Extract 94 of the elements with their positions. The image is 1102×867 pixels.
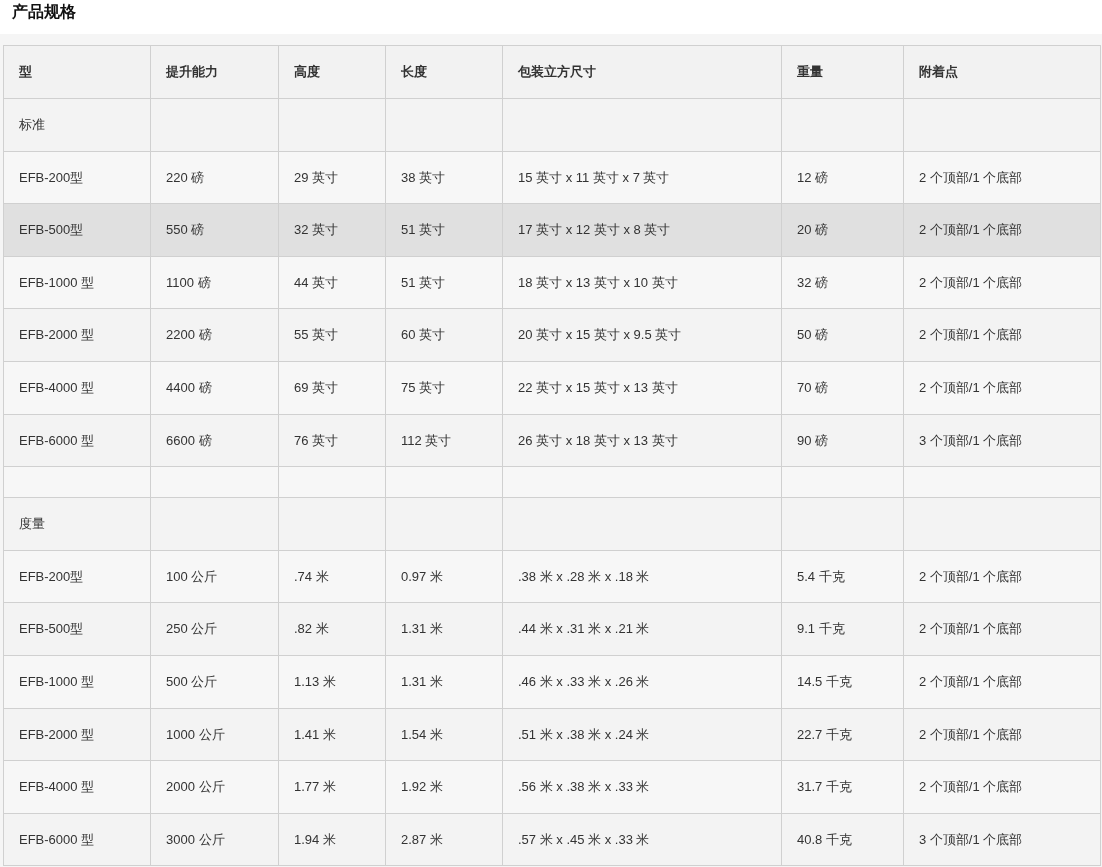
table-cell: 51 英寸	[385, 203, 503, 257]
table-cell: 2 个顶部/1 个底部	[903, 361, 1101, 415]
table-cell: 2 个顶部/1 个底部	[903, 655, 1101, 709]
table-cell: .46 米 x .33 米 x .26 米	[502, 655, 782, 709]
table-cell: EFB-4000 型	[3, 760, 151, 814]
table-cell: .56 米 x .38 米 x .33 米	[502, 760, 782, 814]
table-cell: 75 英寸	[385, 361, 503, 415]
table-cell: EFB-4000 型	[3, 361, 151, 415]
table-cell: 2 个顶部/1 个底部	[903, 151, 1101, 204]
table-cell: 1100 磅	[150, 256, 279, 309]
table-cell: 40.8 千克	[781, 813, 904, 866]
table-cell: 1.31 米	[385, 655, 503, 709]
table-cell: .57 米 x .45 米 x .33 米	[502, 813, 782, 866]
table-cell: 5.4 千克	[781, 550, 904, 603]
table-cell: 9.1 千克	[781, 602, 904, 656]
table-cell: 26 英寸 x 18 英寸 x 13 英寸	[502, 414, 782, 467]
table-cell: .38 米 x .28 米 x .18 米	[502, 550, 782, 603]
table-cell: 0.97 米	[385, 550, 503, 603]
column-header: 附着点	[903, 45, 1101, 99]
table-cell: 2000 公斤	[150, 760, 279, 814]
table-cell: 70 磅	[781, 361, 904, 415]
table-cell: 2200 磅	[150, 308, 279, 362]
table-cell: EFB-1000 型	[3, 655, 151, 709]
table-cell: 1.94 米	[278, 813, 386, 866]
table-cell: 112 英寸	[385, 414, 503, 467]
column-header: 包装立方尺寸	[502, 45, 782, 99]
table-cell: 250 公斤	[150, 602, 279, 656]
table-cell: 69 英寸	[278, 361, 386, 415]
table-cell: 1.13 米	[278, 655, 386, 709]
section-label: 度量	[3, 497, 151, 551]
table-cell: EFB-500型	[3, 602, 151, 656]
table-cell: 2 个顶部/1 个底部	[903, 760, 1101, 814]
table-cell: 12 磅	[781, 151, 904, 204]
table-cell: 1000 公斤	[150, 708, 279, 761]
table-cell: 90 磅	[781, 414, 904, 467]
section-label: 标准	[3, 98, 151, 152]
table-cell: 550 磅	[150, 203, 279, 257]
table-cell: 1.54 米	[385, 708, 503, 761]
table-cell: 22.7 千克	[781, 708, 904, 761]
table-cell: 15 英寸 x 11 英寸 x 7 英寸	[502, 151, 782, 204]
column-header: 重量	[781, 45, 904, 99]
column-header: 长度	[385, 45, 503, 99]
table-cell: EFB-500型	[3, 203, 151, 257]
table-cell: 22 英寸 x 15 英寸 x 13 英寸	[502, 361, 782, 415]
table-cell: 55 英寸	[278, 308, 386, 362]
column-header: 型	[3, 45, 151, 99]
table-cell: 1.92 米	[385, 760, 503, 814]
table-cell: 20 磅	[781, 203, 904, 257]
table-cell: .51 米 x .38 米 x .24 米	[502, 708, 782, 761]
table-cell: EFB-200型	[3, 151, 151, 204]
page-title: 产品规格	[11, 2, 77, 22]
table-cell: 2 个顶部/1 个底部	[903, 708, 1101, 761]
table-cell: 50 磅	[781, 308, 904, 362]
table-cell: 18 英寸 x 13 英寸 x 10 英寸	[502, 256, 782, 309]
table-cell: 220 磅	[150, 151, 279, 204]
table-cell: EFB-2000 型	[3, 708, 151, 761]
table-cell: EFB-200型	[3, 550, 151, 603]
table-cell: 17 英寸 x 12 英寸 x 8 英寸	[502, 203, 782, 257]
table-cell: 2 个顶部/1 个底部	[903, 203, 1101, 257]
table-cell: 3 个顶部/1 个底部	[903, 414, 1101, 467]
table-cell: 1.41 米	[278, 708, 386, 761]
table-cell: 29 英寸	[278, 151, 386, 204]
table-cell: EFB-6000 型	[3, 414, 151, 467]
table-cell: 20 英寸 x 15 英寸 x 9.5 英寸	[502, 308, 782, 362]
table-cell: 2 个顶部/1 个底部	[903, 550, 1101, 603]
table-cell: 32 磅	[781, 256, 904, 309]
table-cell: 4400 磅	[150, 361, 279, 415]
table-cell: 60 英寸	[385, 308, 503, 362]
table-cell: 76 英寸	[278, 414, 386, 467]
table-cell: EFB-6000 型	[3, 813, 151, 866]
table-cell: 2 个顶部/1 个底部	[903, 256, 1101, 309]
table-cell: 51 英寸	[385, 256, 503, 309]
table-cell: 2.87 米	[385, 813, 503, 866]
table-cell: EFB-1000 型	[3, 256, 151, 309]
table-cell: 6600 磅	[150, 414, 279, 467]
table-cell: .44 米 x .31 米 x .21 米	[502, 602, 782, 656]
table-cell: 100 公斤	[150, 550, 279, 603]
table-cell: 1.31 米	[385, 602, 503, 656]
table-cell: 3000 公斤	[150, 813, 279, 866]
column-header: 高度	[278, 45, 386, 99]
table-cell: .74 米	[278, 550, 386, 603]
table-cell: 38 英寸	[385, 151, 503, 204]
table-cell: 44 英寸	[278, 256, 386, 309]
table-cell: 1.77 米	[278, 760, 386, 814]
table-cell: 31.7 千克	[781, 760, 904, 814]
table-cell: .82 米	[278, 602, 386, 656]
table-cell: 32 英寸	[278, 203, 386, 257]
table-cell: 3 个顶部/1 个底部	[903, 813, 1101, 866]
column-header: 提升能力	[150, 45, 279, 99]
table-cell: 2 个顶部/1 个底部	[903, 308, 1101, 362]
table-cell: 500 公斤	[150, 655, 279, 709]
table-cell: 14.5 千克	[781, 655, 904, 709]
table-cell: EFB-2000 型	[3, 308, 151, 362]
table-cell: 2 个顶部/1 个底部	[903, 602, 1101, 656]
